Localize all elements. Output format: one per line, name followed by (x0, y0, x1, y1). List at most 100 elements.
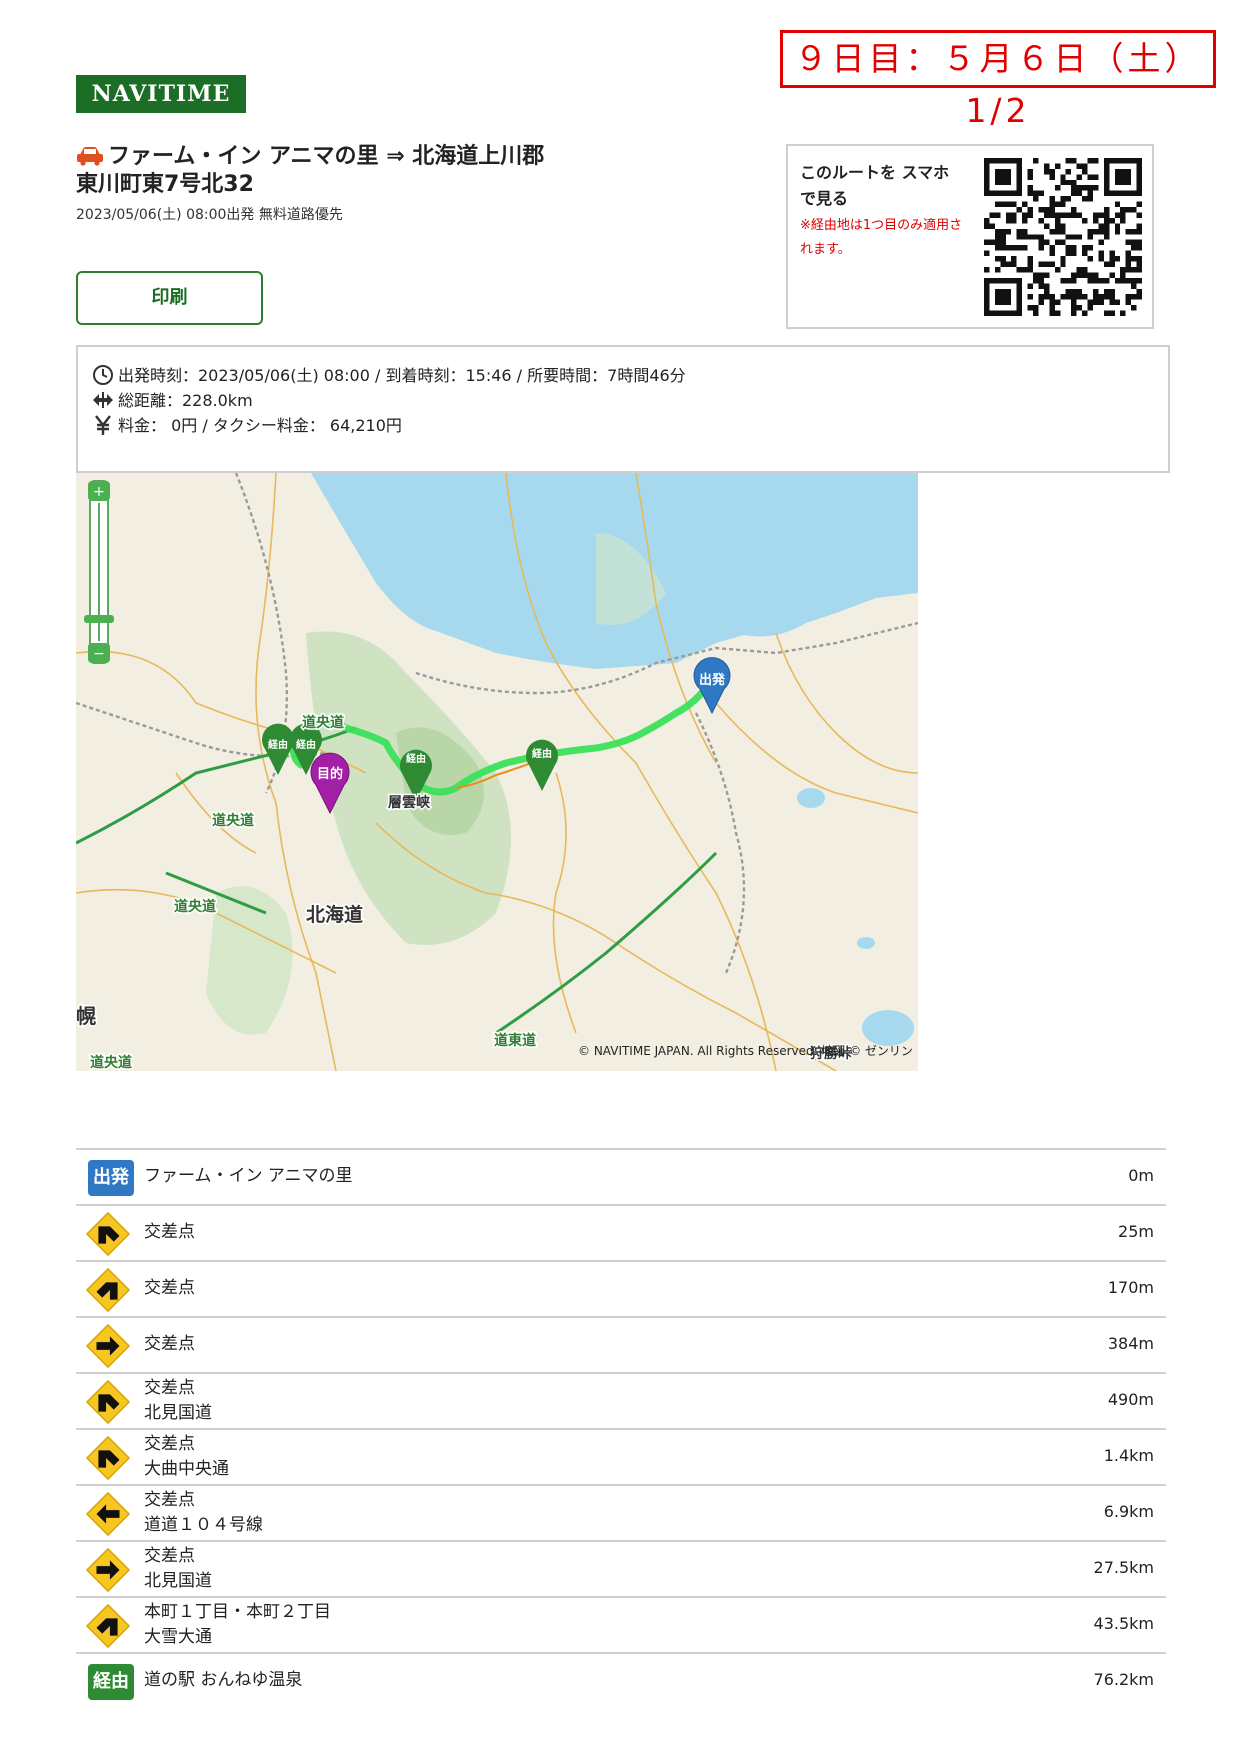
route-step-label: 交差点 北見国道 (144, 1376, 212, 1426)
route-step-distance: 6.9km (1103, 1502, 1154, 1521)
route-step-row[interactable]: 交差点北見国道 27.5km (76, 1540, 1166, 1596)
route-step-road: 北見国道 (144, 1571, 212, 1591)
lake-3 (862, 1010, 914, 1046)
route-summary: 出発時刻：2023/05/06(土) 08:00 / 到着時刻：15:46 / … (76, 345, 1170, 473)
svg-text:+: + (93, 484, 105, 500)
turn-left-diag-icon (85, 1379, 131, 1425)
map-label-dotodo: 道東道 (494, 1032, 536, 1049)
route-step-name: 交差点 (144, 1490, 195, 1510)
route-title: ファーム・イン アニマの里 ⇒ 北海道上川郡東川町東7号北32 (76, 143, 566, 199)
forest-area-4 (596, 533, 666, 625)
route-step-row[interactable]: 交差点北見国道 490m (76, 1372, 1166, 1428)
svg-text:出発: 出発 (699, 672, 726, 688)
route-step-name: 本町１丁目・本町２丁目 (144, 1602, 331, 1622)
map-label-dooudo-1: 道央道 (302, 714, 344, 731)
route-step-row[interactable]: 本町１丁目・本町２丁目 大雪大通 43.5km (76, 1596, 1166, 1652)
lake-2 (857, 937, 875, 949)
svg-text:経由: 経由 (532, 747, 552, 760)
car-icon (77, 147, 103, 166)
svg-text:経由: 経由 (406, 752, 426, 765)
summary-distance: 総距離：228.0km (118, 391, 253, 410)
route-title-text: ファーム・イン アニマの里 ⇒ 北海道上川郡東川町東7号北32 (76, 144, 545, 197)
route-step-row[interactable]: 交差点大曲中央通 1.4km (76, 1428, 1166, 1484)
distance-arrows-icon (93, 392, 113, 408)
print-button[interactable]: 印刷 (76, 271, 263, 325)
route-step-row[interactable]: 交差点 384m (76, 1316, 1166, 1372)
turn-left-icon (85, 1491, 131, 1537)
route-step-distance: 0m (1128, 1166, 1154, 1185)
turn-right-diag-icon (85, 1267, 131, 1313)
route-step-label: 交差点 (144, 1220, 195, 1245)
map-copyright: © NAVITIME JAPAN. All Rights Reserved. 地… (578, 1044, 913, 1058)
route-map[interactable]: + − 出発 目的 経由 経由 経由 経由 道央道 道央道 道央道 道央道 道東… (76, 473, 918, 1071)
clock-icon (93, 365, 113, 385)
map-label-dooudo-4: 道央道 (90, 1054, 132, 1071)
qr-code[interactable] (984, 158, 1142, 316)
qr-title: このルートを スマホで見る (800, 163, 950, 208)
summary-times: 出発時刻：2023/05/06(土) 08:00 / 到着時刻：15:46 / … (118, 366, 686, 385)
zoom-slider-handle (84, 615, 114, 623)
route-step-label: 交差点 (144, 1332, 195, 1357)
route-step-row[interactable]: 交差点道道１０４号線 6.9km (76, 1484, 1166, 1540)
yen-icon (95, 415, 111, 435)
route-step-label: 道の駅 おんねゆ温泉 (144, 1668, 302, 1693)
svg-text:−: − (93, 646, 105, 662)
route-step-distance: 25m (1118, 1222, 1154, 1241)
summary-fare-row: 料金： 0円 / タクシー料金： 64,210円 (92, 414, 402, 438)
route-step-label: 交差点 (144, 1276, 195, 1301)
summary-times-row: 出発時刻：2023/05/06(土) 08:00 / 到着時刻：15:46 / … (92, 364, 686, 388)
summary-fare: 料金： 0円 / タクシー料金： 64,210円 (118, 416, 402, 435)
summary-distance-row: 総距離：228.0km (92, 389, 253, 413)
route-step-distance: 170m (1107, 1278, 1154, 1297)
qr-note: ※経由地は1つ目のみ適用されます。 (800, 218, 963, 257)
route-step-distance: 43.5km (1093, 1614, 1154, 1633)
map-label-dooudo-2: 道央道 (212, 812, 254, 829)
route-step-name: 交差点 (144, 1334, 195, 1354)
navitime-logo[interactable]: NAVITIME (76, 75, 246, 113)
map-label-sounkyo: 層雲峡 (388, 794, 431, 811)
svg-text:経由: 経由 (296, 738, 316, 751)
route-step-label: 本町１丁目・本町２丁目 大雪大通 (144, 1600, 331, 1650)
route-step-row[interactable]: 出発 ファーム・イン アニマの里 0m (76, 1148, 1166, 1204)
route-step-distance: 384m (1107, 1334, 1154, 1353)
route-step-row[interactable]: 交差点 25m (76, 1204, 1166, 1260)
map-label-dooudo-3: 道央道 (174, 898, 216, 915)
map-label-sapporo: 幌 (76, 1004, 96, 1028)
route-step-name: 道の駅 おんねゆ温泉 (144, 1670, 303, 1690)
start-badge-icon: 出発 (88, 1160, 134, 1196)
route-step-road: 大曲中央通 (144, 1459, 229, 1479)
turn-left-diag-icon (85, 1211, 131, 1257)
via-badge-icon: 経由 (88, 1664, 134, 1700)
route-step-label: 交差点 大曲中央通 (144, 1432, 229, 1482)
route-step-road: 北見国道 (144, 1403, 212, 1423)
day-label: ９日目：５月６日（土）1/2 (780, 30, 1216, 130)
route-step-distance: 1.4km (1103, 1446, 1154, 1465)
turn-left-diag-icon (85, 1435, 131, 1481)
route-step-name: 交差点 (144, 1546, 195, 1566)
qr-panel: このルートを スマホで見る ※経由地は1つ目のみ適用されます。 (786, 144, 1154, 329)
route-steps-table: 出発 ファーム・イン アニマの里 0m 交差点 25m 交差点 170m 交差点 384m… (76, 1148, 1166, 1708)
lake-1 (797, 788, 825, 808)
route-step-name: 交差点 (144, 1434, 195, 1454)
turn-right-icon (85, 1323, 131, 1369)
route-step-row[interactable]: 経由 道の駅 おんねゆ温泉 76.2km (76, 1652, 1166, 1708)
route-step-row[interactable]: 交差点 170m (76, 1260, 1166, 1316)
map-label-hokkaido: 北海道 (306, 903, 363, 926)
route-subtitle: 2023/05/06(土) 08:00出発 無料道路優先 (76, 207, 343, 223)
route-step-name: 交差点 (144, 1378, 195, 1398)
svg-text:目的: 目的 (317, 766, 343, 782)
turn-right-diag-icon (85, 1603, 131, 1649)
route-step-road: 道道１０４号線 (144, 1515, 263, 1535)
route-step-label: 交差点 北見国道 (144, 1544, 212, 1594)
route-step-name: 交差点 (144, 1278, 195, 1298)
route-step-distance: 76.2km (1093, 1670, 1154, 1689)
route-step-name: ファーム・イン アニマの里 (144, 1166, 353, 1186)
route-step-road: 大雪大通 (144, 1627, 212, 1647)
route-step-distance: 27.5km (1093, 1558, 1154, 1577)
map-canvas: + − 出発 目的 経由 経由 経由 経由 道央道 道央道 道央道 道央道 道東… (76, 473, 918, 1071)
turn-right-icon (85, 1547, 131, 1593)
route-step-name: 交差点 (144, 1222, 195, 1242)
route-step-label: ファーム・イン アニマの里 (144, 1164, 353, 1189)
route-step-distance: 490m (1107, 1390, 1154, 1409)
route-step-label: 交差点道道１０４号線 (144, 1488, 263, 1538)
